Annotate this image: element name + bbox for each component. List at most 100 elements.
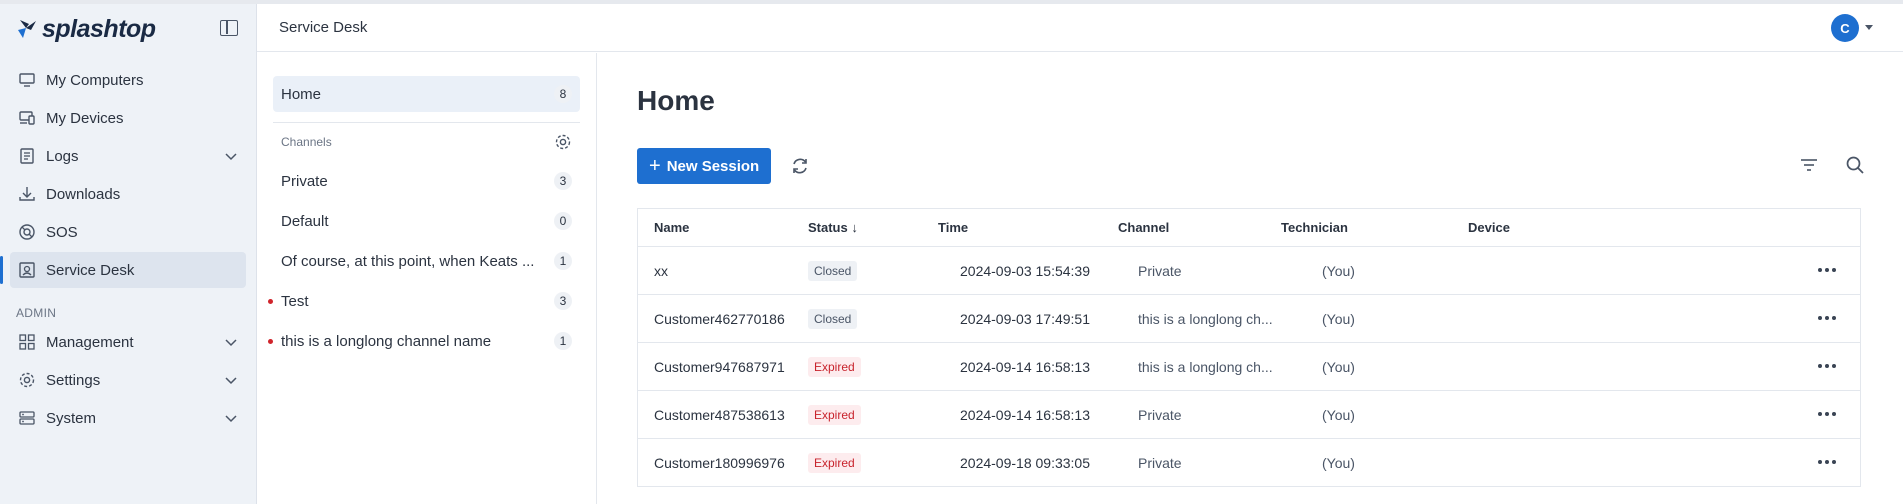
caret-down-icon[interactable]: [1865, 25, 1873, 30]
channel-name: Default: [281, 212, 329, 230]
channel-count-badge: 8: [554, 85, 572, 103]
table-row[interactable]: Customer180996976 Expired 2024-09-18 09:…: [638, 439, 1860, 487]
col-channel[interactable]: Channel: [1118, 220, 1281, 235]
cell-name: Customer180996976: [654, 454, 785, 471]
cell-channel: this is a longlong ch...: [1138, 310, 1273, 327]
table-header: Name Status ↓ Time Channel Technician De…: [638, 209, 1860, 247]
service-desk-icon: [18, 261, 36, 279]
sidebar-item-sos[interactable]: SOS: [10, 214, 246, 250]
cell-status: Closed: [808, 308, 938, 329]
brand: splashtop: [0, 4, 256, 54]
sidebar-item-logs[interactable]: Logs: [10, 138, 246, 174]
filter-icon[interactable]: [1799, 155, 1819, 175]
cell-status: Closed: [808, 260, 938, 281]
channel-count-badge: 1: [554, 252, 572, 270]
col-time[interactable]: Time: [938, 220, 1118, 235]
unread-dot: [268, 299, 273, 304]
sidebar-item-service-desk[interactable]: Service Desk: [0, 252, 246, 288]
sidebar-item-system[interactable]: System: [10, 400, 246, 436]
toolbar-right: [1799, 155, 1865, 175]
channel-home-label: Home: [281, 85, 322, 103]
plus-icon: +: [649, 155, 661, 177]
channel-home[interactable]: Home 8: [273, 76, 580, 112]
channel-name: Of course, at this point, when Keats ...: [281, 252, 535, 270]
channel-count-badge: 0: [554, 212, 572, 230]
channel-name: Private: [281, 172, 328, 190]
app-window: splashtop My Computers My Devices Logs D…: [0, 0, 1903, 504]
cell-name: xx: [654, 262, 668, 279]
more-options-icon[interactable]: [1818, 316, 1836, 320]
channel-item-test[interactable]: Test 3: [268, 281, 580, 321]
avatar[interactable]: C: [1831, 14, 1859, 42]
main-content: Home + New Session Name Status ↓ Time Ch…: [598, 53, 1903, 504]
toolbar: + New Session: [637, 147, 1903, 185]
sidebar-item-settings[interactable]: Settings: [10, 362, 246, 398]
table-row[interactable]: Customer487538613 Expired 2024-09-14 16:…: [638, 391, 1860, 439]
cell-time: 2024-09-18 09:33:05: [960, 454, 1090, 471]
sidebar-collapse-icon[interactable]: [220, 20, 238, 36]
sidebar: splashtop My Computers My Devices Logs D…: [0, 4, 257, 504]
sidebar-item-my-computers[interactable]: My Computers: [10, 62, 246, 98]
cell-time: 2024-09-14 16:58:13: [960, 406, 1090, 423]
splashtop-logo[interactable]: splashtop: [14, 15, 156, 44]
col-technician[interactable]: Technician: [1281, 220, 1468, 235]
status-badge: Closed: [808, 308, 858, 329]
channel-item-default[interactable]: Default 0: [273, 201, 580, 241]
sidebar-item-downloads[interactable]: Downloads: [10, 176, 246, 212]
search-icon[interactable]: [1845, 155, 1865, 175]
channel-item-of-course[interactable]: Of course, at this point, when Keats ...…: [273, 241, 580, 281]
cell-time: 2024-09-14 16:58:13: [960, 358, 1090, 375]
channel-item-private[interactable]: Private 3: [273, 161, 580, 201]
sidebar-item-label: Service Desk: [46, 261, 135, 279]
page-title: Home: [637, 85, 715, 116]
devices-icon: [18, 109, 36, 127]
sidebar-item-management[interactable]: Management: [10, 324, 246, 360]
sidebar-item-my-devices[interactable]: My Devices: [10, 100, 246, 136]
col-device[interactable]: Device: [1468, 220, 1860, 235]
more-options-icon[interactable]: [1818, 460, 1836, 464]
more-options-icon[interactable]: [1818, 364, 1836, 368]
cell-technician: (You): [1322, 454, 1355, 471]
cell-status: Expired: [808, 404, 938, 425]
active-indicator: [0, 256, 3, 284]
download-icon: [18, 185, 36, 203]
channel-count-badge: 1: [554, 332, 572, 350]
col-name[interactable]: Name: [638, 220, 808, 235]
status-badge: Expired: [808, 452, 861, 473]
logs-icon: [18, 147, 36, 165]
cell-status: Expired: [808, 452, 938, 473]
channel-count-badge: 3: [554, 172, 572, 190]
sessions-table: Name Status ↓ Time Channel Technician De…: [637, 208, 1861, 487]
channel-settings-gear-icon[interactable]: [554, 133, 572, 151]
chevron-down-icon: [225, 153, 237, 161]
splashtop-logo-mark: [18, 20, 36, 38]
channel-item-longlong[interactable]: this is a longlong channel name 1: [268, 321, 580, 361]
col-status[interactable]: Status ↓: [808, 220, 938, 235]
cell-name: Customer462770186: [654, 310, 785, 327]
channel-count-badge: 3: [554, 292, 572, 310]
table-row[interactable]: Customer462770186 Closed 2024-09-03 17:4…: [638, 295, 1860, 343]
refresh-icon[interactable]: [789, 155, 811, 177]
chevron-down-icon: [225, 377, 237, 385]
cell-technician: (You): [1322, 262, 1355, 279]
sos-icon: [18, 223, 36, 241]
cell-channel: Private: [1138, 454, 1182, 471]
grid-icon: [18, 333, 36, 351]
more-options-icon[interactable]: [1818, 412, 1836, 416]
sidebar-item-label: SOS: [46, 223, 78, 241]
sidebar-item-label: My Computers: [46, 71, 144, 89]
cell-name: Customer487538613: [654, 406, 785, 423]
chevron-down-icon: [225, 339, 237, 347]
channel-name: Test: [281, 292, 309, 310]
table-row[interactable]: xx Closed 2024-09-03 15:54:39 Private (Y…: [638, 247, 1860, 295]
top-bar: Service Desk C: [257, 4, 1903, 52]
new-session-label: New Session: [666, 157, 760, 175]
table-row[interactable]: Customer947687971 Expired 2024-09-14 16:…: [638, 343, 1860, 391]
page-breadcrumb: Service Desk: [279, 19, 368, 36]
more-options-icon[interactable]: [1818, 268, 1836, 272]
sidebar-item-label: My Devices: [46, 109, 124, 127]
cell-name: Customer947687971: [654, 358, 785, 375]
gear-icon: [18, 371, 36, 389]
new-session-button[interactable]: + New Session: [637, 148, 772, 184]
channel-name: this is a longlong channel name: [281, 332, 492, 350]
